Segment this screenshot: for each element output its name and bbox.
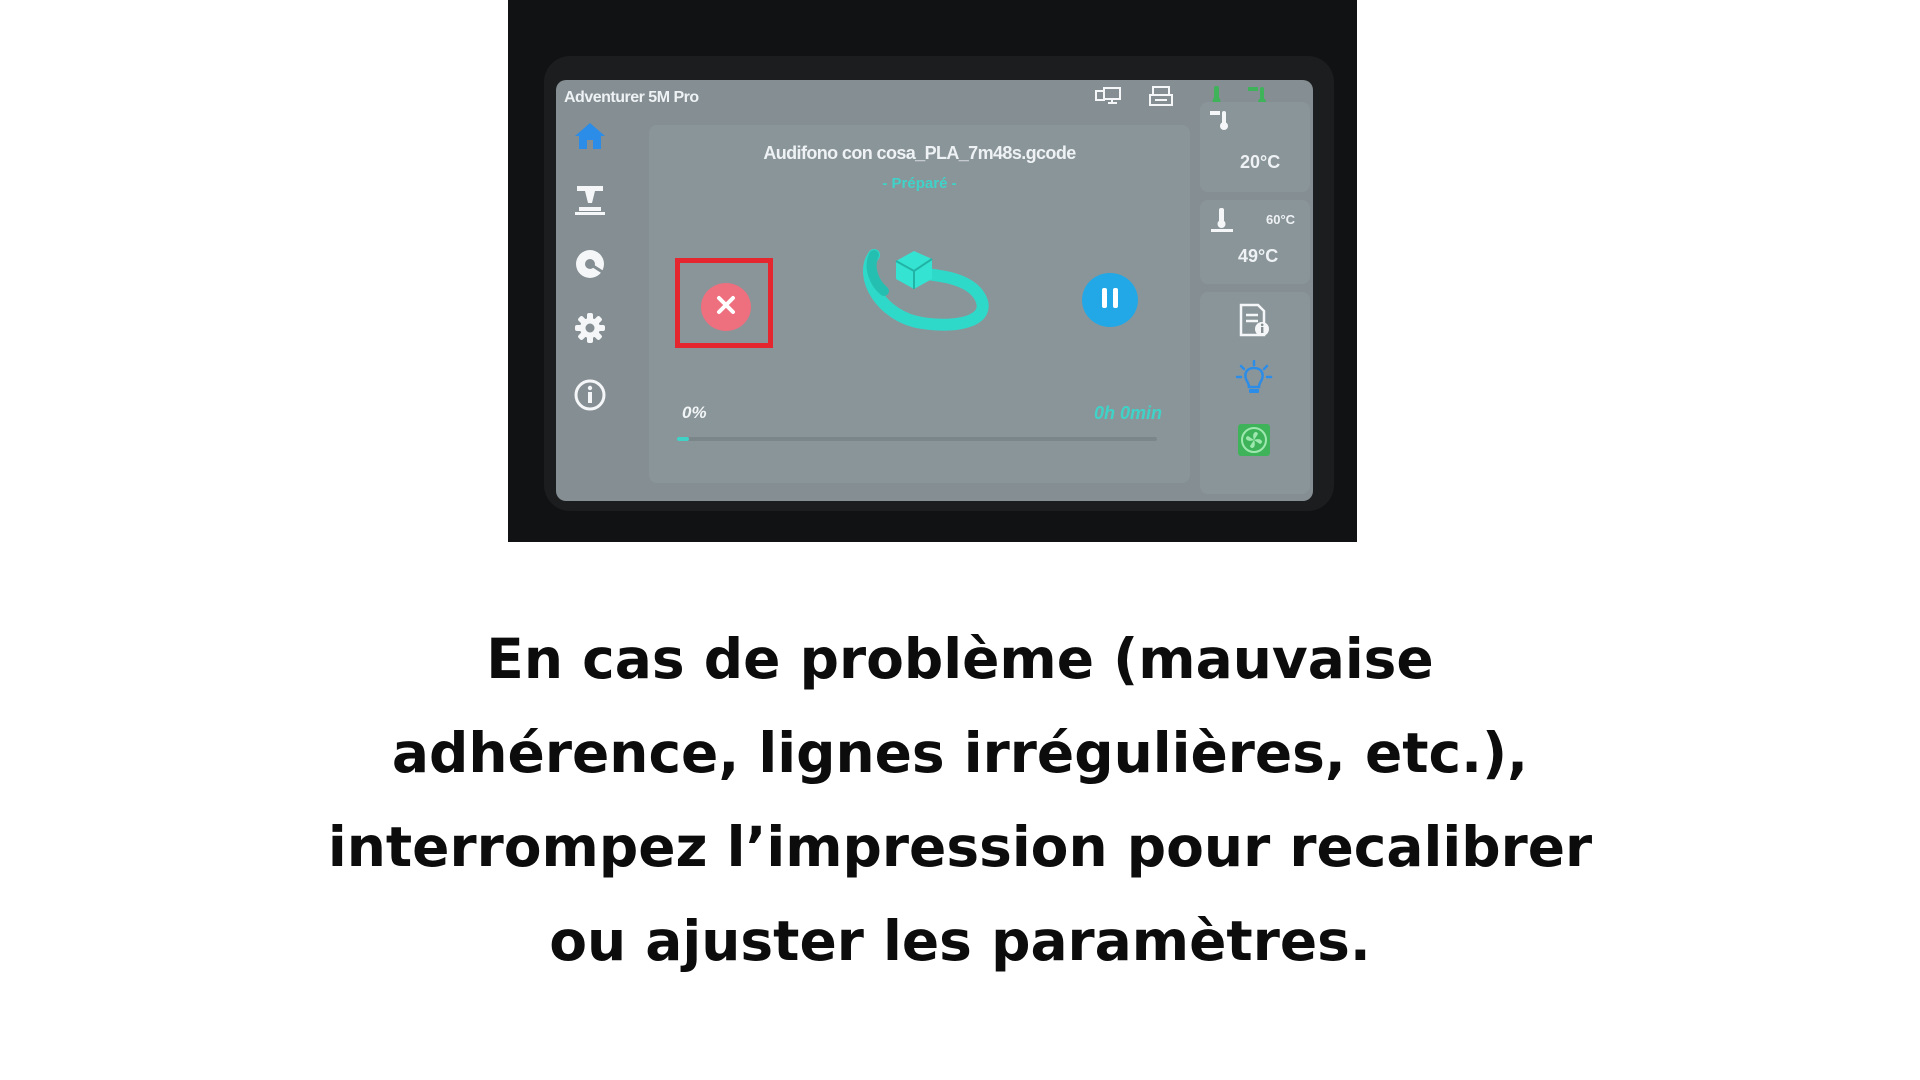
pause-print-button[interactable] (1082, 273, 1138, 327)
nozzle-temperature-icon (1208, 108, 1234, 138)
caption-line: adhérence, lignes irrégulières, etc.), (391, 721, 1529, 785)
nav-filament[interactable] (568, 244, 612, 288)
nav-home[interactable] (568, 116, 612, 160)
progress-percentage: 0% (682, 403, 707, 422)
nav-settings[interactable] (568, 308, 612, 352)
fan-icon (1237, 423, 1271, 461)
caption-line: ou ajuster les paramètres. (549, 909, 1371, 973)
bed-temperature-icon (1208, 206, 1236, 238)
nozzle-current-temp: 20°C (1240, 152, 1281, 172)
file-details-button[interactable] (1231, 300, 1277, 344)
pause-icon (1099, 286, 1121, 314)
file-details-icon (1238, 303, 1270, 341)
fan-toggle-button[interactable] (1231, 420, 1277, 464)
gear-icon (573, 311, 607, 349)
model-preview (852, 237, 1002, 347)
light-toggle-button[interactable] (1231, 358, 1277, 402)
job-status: - Préparé - (882, 175, 957, 192)
cancel-print-button[interactable] (701, 283, 751, 331)
progress-bar (677, 437, 1157, 441)
nav-info[interactable] (568, 375, 612, 419)
light-bulb-icon (1235, 359, 1273, 400)
printer-icon[interactable] (1146, 84, 1176, 110)
filament-spool-icon (573, 247, 607, 285)
nozzle-temperature-card[interactable]: 20°C (1200, 102, 1310, 192)
app-title: Adventurer 5M Pro (564, 89, 699, 106)
nav-print-bed[interactable] (568, 180, 612, 224)
close-icon (715, 294, 737, 320)
bed-current-temp: 49°C (1238, 246, 1279, 266)
bed-temperature-card[interactable]: 60°C 49°C (1200, 200, 1310, 284)
info-icon (573, 378, 607, 416)
printer-photo: Adventurer 5M Pro Audifono con cosa_PLA_… (508, 0, 1357, 542)
home-icon (573, 120, 607, 156)
quick-actions-panel (1200, 292, 1310, 494)
time-remaining: 0h 0min (1093, 403, 1162, 423)
print-job-panel: Audifono con cosa_PLA_7m48s.gcode - Prép… (649, 125, 1190, 483)
progress-bar-fill (677, 437, 689, 441)
print-bed-icon (573, 183, 607, 221)
printer-touchscreen: Adventurer 5M Pro Audifono con cosa_PLA_… (556, 80, 1313, 501)
network-icon[interactable] (1094, 84, 1124, 110)
caption-line: interrompez l’impression pour recalibrer (327, 815, 1593, 879)
bed-target-temp: 60°C (1266, 212, 1296, 227)
caption-line: En cas de problème (mauvaise (486, 627, 1434, 691)
job-file-name: Audifono con cosa_PLA_7m48s.gcode (763, 143, 1076, 163)
instruction-caption: En cas de problème (mauvaise adhérence, … (160, 612, 1760, 988)
